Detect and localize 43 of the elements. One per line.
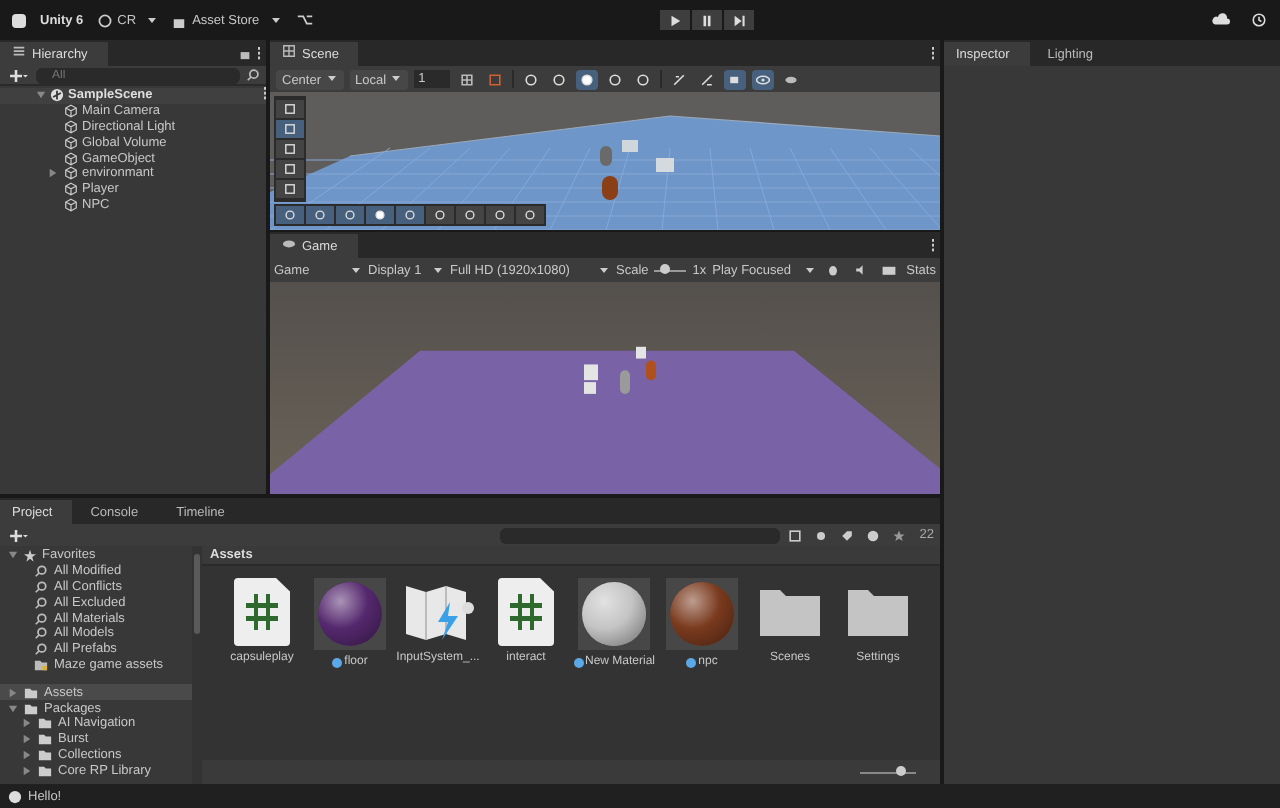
collapse-arrow-icon[interactable] xyxy=(36,90,46,101)
pause-button[interactable] xyxy=(692,10,722,30)
caret-icon xyxy=(146,14,159,26)
caret-icon xyxy=(350,263,362,275)
plus-icon xyxy=(6,527,30,543)
add-button[interactable] xyxy=(6,67,30,83)
step-button[interactable] xyxy=(724,10,754,30)
search-options-icon[interactable] xyxy=(246,68,260,82)
script-file-icon[interactable] xyxy=(234,578,290,646)
expand-arrow-icon[interactable] xyxy=(8,687,18,698)
collapse-arrow-icon[interactable] xyxy=(8,703,18,714)
caret-icon xyxy=(325,71,338,83)
create-button[interactable] xyxy=(6,527,30,543)
material-preview[interactable] xyxy=(666,578,738,650)
grid-snap-icon[interactable] xyxy=(456,69,479,89)
material-preview[interactable] xyxy=(578,578,650,650)
caret-icon xyxy=(804,263,817,275)
step-icon xyxy=(732,13,746,27)
caret-icon xyxy=(390,71,403,83)
pause-icon xyxy=(700,13,714,27)
cloud-icon[interactable] xyxy=(1212,12,1230,28)
expand-arrow-icon[interactable] xyxy=(48,168,58,179)
play-button[interactable] xyxy=(660,10,690,30)
scrollbar[interactable] xyxy=(192,546,202,784)
snap-icon[interactable] xyxy=(484,69,507,89)
material-preview[interactable] xyxy=(314,578,386,650)
plus-icon xyxy=(6,67,30,83)
info-icon xyxy=(8,789,22,803)
collapse-arrow-icon[interactable] xyxy=(8,550,18,561)
search-options-icon[interactable] xyxy=(783,525,806,545)
eye-icon[interactable] xyxy=(752,69,775,89)
caret-icon xyxy=(598,263,610,275)
user-icon xyxy=(97,13,112,27)
caret-icon xyxy=(269,14,282,26)
play-icon xyxy=(668,13,682,27)
history-icon[interactable] xyxy=(1250,12,1268,28)
caret-icon xyxy=(432,263,444,275)
list-icon xyxy=(12,44,26,58)
script-file-icon[interactable] xyxy=(498,578,554,646)
scene-viewport-drawing[interactable] xyxy=(270,92,940,230)
folder-icon xyxy=(34,657,48,672)
version-control-icon[interactable] xyxy=(295,12,314,28)
sphere-icon[interactable] xyxy=(576,69,599,89)
